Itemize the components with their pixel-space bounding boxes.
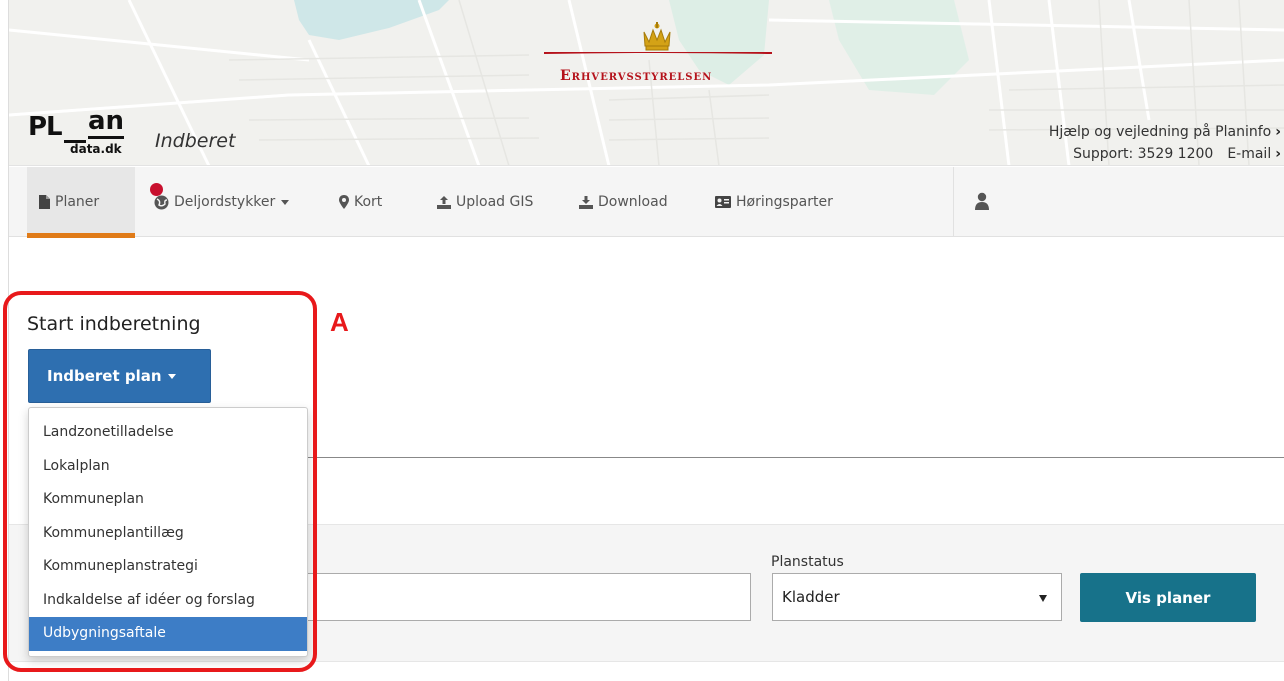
search-input[interactable] <box>299 573 751 621</box>
chevron-down-icon <box>281 199 290 205</box>
menu-item-udbygningsaftale[interactable]: Udbygningsaftale <box>29 617 307 651</box>
tab-download[interactable]: Download <box>579 167 668 237</box>
menu-item-kommuneplanstrategi[interactable]: Kommuneplanstrategi <box>29 550 307 584</box>
report-plan-menu: Landzonetilladelse Lokalplan Kommuneplan… <box>28 407 308 657</box>
file-icon <box>39 195 50 209</box>
tab-label: Kort <box>354 194 383 210</box>
app-title: Indberet <box>155 130 236 152</box>
menu-item-lokalplan[interactable]: Lokalplan <box>29 450 307 484</box>
contact-card-icon <box>715 196 731 208</box>
tab-label: Planer <box>55 194 100 210</box>
help-row[interactable]: Hjælp og vejledning på Planinfo › <box>1049 121 1281 143</box>
chevron-right-icon: › <box>1275 146 1281 162</box>
nav-divider <box>953 167 954 237</box>
notification-dot <box>150 183 163 196</box>
logo-an: an <box>88 106 125 139</box>
tab-label: Deljordstykker <box>174 194 276 210</box>
report-plan-label: Indberet plan <box>47 367 162 385</box>
chevron-down-icon <box>167 373 176 379</box>
upload-icon <box>437 195 451 209</box>
agency-divider <box>544 52 772 54</box>
tab-planer[interactable]: Planer <box>27 167 135 238</box>
menu-item-landzonetilladelse[interactable]: Landzonetilladelse <box>29 416 307 450</box>
show-plans-button[interactable]: Vis planer <box>1080 573 1256 622</box>
annotation-label: A <box>330 307 349 337</box>
site-header: Erhvervsstyrelsen PL an data.dk Indberet… <box>9 0 1284 166</box>
support-phone[interactable]: Support: 3529 1200 <box>1073 146 1213 162</box>
email-link[interactable]: E-mail <box>1227 146 1271 162</box>
help-link[interactable]: Hjælp og vejledning på Planinfo <box>1049 124 1271 140</box>
agency-name: Erhvervsstyrelsen <box>560 68 713 84</box>
tab-horingsparter[interactable]: Høringsparter <box>715 167 833 237</box>
report-plan-button[interactable]: Indberet plan <box>28 349 211 403</box>
planstatus-value: Kladder <box>782 588 840 606</box>
select-arrow-icon <box>1039 595 1047 602</box>
tab-upload-gis[interactable]: Upload GIS <box>437 167 533 237</box>
logo-domain: data.dk <box>70 142 122 156</box>
globe-icon <box>154 195 169 209</box>
download-icon <box>579 195 593 209</box>
page-frame: Erhvervsstyrelsen PL an data.dk Indberet… <box>8 0 1284 681</box>
section-title: Start indberetning <box>27 313 201 335</box>
user-icon[interactable] <box>975 192 989 210</box>
tab-label: Download <box>598 194 668 210</box>
divider <box>303 457 1284 458</box>
tab-deljordstykker[interactable]: Deljordstykker <box>154 167 290 237</box>
menu-item-kommuneplan[interactable]: Kommuneplan <box>29 483 307 517</box>
help-links: Hjælp og vejledning på Planinfo › Support… <box>1049 121 1281 165</box>
crown-icon <box>643 22 671 51</box>
planstatus-label: Planstatus <box>771 554 844 570</box>
tab-label: Upload GIS <box>456 194 534 210</box>
menu-item-kommuneplantillaeg[interactable]: Kommuneplantillæg <box>29 517 307 551</box>
logo-pl: PL <box>28 112 63 142</box>
map-marker-icon <box>339 195 349 209</box>
tab-kort[interactable]: Kort <box>339 167 382 237</box>
planstatus-select[interactable]: Kladder <box>772 573 1062 621</box>
tab-label: Høringsparter <box>736 194 833 210</box>
plandata-logo[interactable]: PL an data.dk <box>28 106 148 162</box>
menu-item-indkaldelse[interactable]: Indkaldelse af idéer og forslag <box>29 584 307 618</box>
chevron-right-icon: › <box>1275 124 1281 140</box>
support-row: Support: 3529 1200 E-mail › <box>1049 143 1281 165</box>
main-nav: Planer Deljordstykker Kort Upload GIS Do… <box>9 167 1284 238</box>
